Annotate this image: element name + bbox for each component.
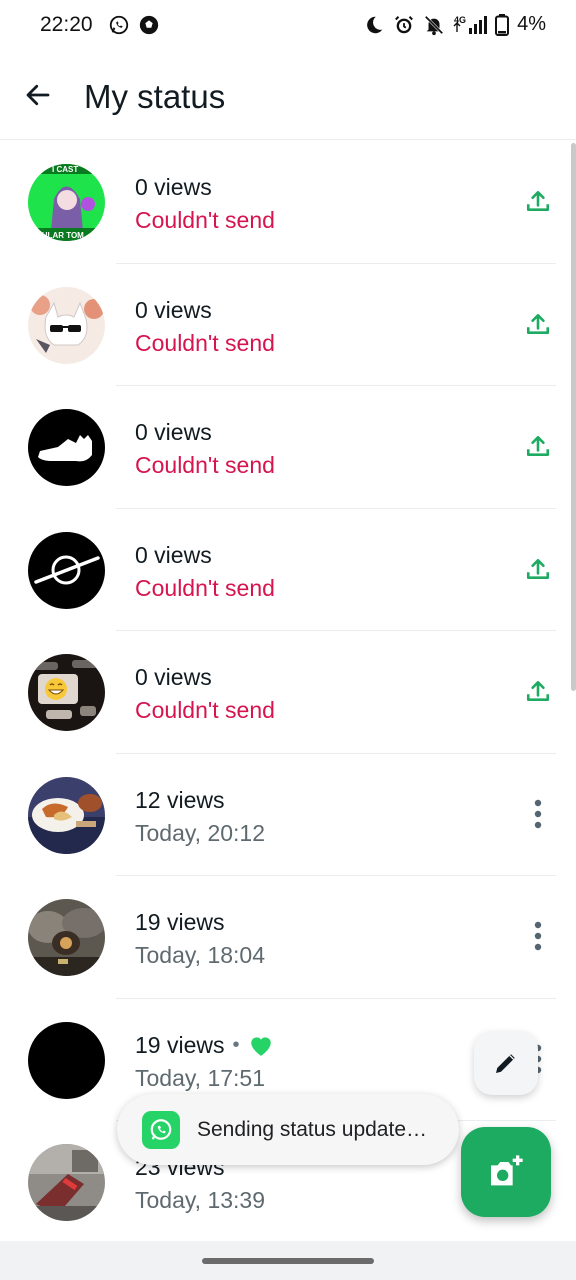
whatsapp-icon <box>109 15 129 35</box>
upload-icon <box>526 313 550 334</box>
whatsapp-icon <box>142 1110 180 1149</box>
more-options-button[interactable] <box>522 798 554 830</box>
status-error-text: Couldn't send <box>135 574 275 601</box>
status-bar: 22:20 4G 4% <box>0 0 576 52</box>
status-row[interactable]: I CAST CULAR TOM 0 views Couldn't send <box>0 141 576 264</box>
status-row[interactable]: 0 views Couldn't send <box>0 386 576 509</box>
battery-icon <box>495 13 510 36</box>
status-time: Today, 13:39 <box>135 1187 266 1213</box>
views-count: 0 views <box>135 664 212 690</box>
retry-upload-button[interactable] <box>522 553 554 585</box>
upload-icon <box>526 436 550 456</box>
moon-icon <box>367 16 383 33</box>
scrollbar[interactable] <box>571 143 576 691</box>
navigation-bar <box>0 1241 576 1280</box>
status-row[interactable]: 0 views Couldn't send <box>0 264 576 386</box>
battery-percent: 4% <box>517 13 546 35</box>
page-title: My status <box>84 78 226 115</box>
status-thumbnail <box>28 776 105 854</box>
clock: 22:20 <box>40 13 93 36</box>
more-vert-icon <box>534 921 542 951</box>
views-count: 12 views <box>135 786 225 813</box>
back-button[interactable] <box>20 77 56 113</box>
status-error-text: Couldn't send <box>135 329 275 356</box>
views-count: 0 views <box>135 541 212 568</box>
upload-icon <box>526 681 550 701</box>
signal-4g-icon: 4G <box>453 15 488 34</box>
status-thumbnail <box>28 899 105 976</box>
toast-message: Sending status update… <box>197 1117 427 1141</box>
upload-icon <box>526 191 550 211</box>
retry-upload-button[interactable] <box>522 185 554 217</box>
views-count: 0 views <box>135 174 212 200</box>
pencil-icon <box>496 1054 515 1073</box>
status-thumbnail <box>28 1144 105 1221</box>
gesture-handle[interactable] <box>202 1258 374 1264</box>
views-count: 0 views <box>135 419 212 445</box>
svg-text:CULAR TOM: CULAR TOM <box>36 231 84 240</box>
status-thumbnail <box>28 1021 105 1099</box>
retry-upload-button[interactable] <box>522 308 554 340</box>
status-thumbnail: I CAST CULAR TOM <box>28 164 105 241</box>
views-count: 0 views <box>135 296 212 323</box>
separator-dot: • <box>232 1033 240 1056</box>
sending-toast: Sending status update… <box>117 1094 459 1165</box>
retry-upload-button[interactable] <box>522 430 554 462</box>
bell-off-icon <box>424 15 444 35</box>
status-error-text: Couldn't send <box>135 452 275 478</box>
soccer-ball-icon <box>139 15 159 35</box>
text-status-button[interactable] <box>474 1031 538 1095</box>
status-row[interactable]: 12 views Today, 20:12 <box>0 754 576 876</box>
camera-status-button[interactable] <box>461 1127 551 1217</box>
camera-add-icon <box>491 1155 523 1186</box>
views-count: 19 views <box>135 909 225 935</box>
views-count: 19 views • <box>135 1032 274 1059</box>
status-row[interactable]: 0 views Couldn't send <box>0 631 576 754</box>
alarm-icon <box>395 15 414 33</box>
more-vert-icon <box>534 799 542 828</box>
retry-upload-button[interactable] <box>522 675 554 707</box>
app-bar: My status <box>0 52 576 140</box>
more-options-button[interactable] <box>522 920 554 952</box>
status-row[interactable]: 0 views Couldn't send <box>0 509 576 631</box>
status-thumbnail <box>28 286 105 364</box>
arrow-back-icon <box>26 84 50 106</box>
status-time: Today, 18:04 <box>135 942 266 968</box>
status-thumbnail <box>28 654 105 731</box>
status-error-text: Couldn't send <box>135 697 275 723</box>
status-thumbnail <box>28 409 105 486</box>
heart-icon <box>250 1037 271 1056</box>
status-error-text: Couldn't send <box>135 207 275 233</box>
upload-icon <box>526 558 550 579</box>
status-thumbnail <box>28 531 105 609</box>
status-time: Today, 17:51 <box>135 1064 266 1091</box>
status-row[interactable]: 19 views Today, 18:04 <box>0 876 576 999</box>
status-time: Today, 20:12 <box>135 819 266 846</box>
svg-text:I CAST: I CAST <box>52 165 78 174</box>
